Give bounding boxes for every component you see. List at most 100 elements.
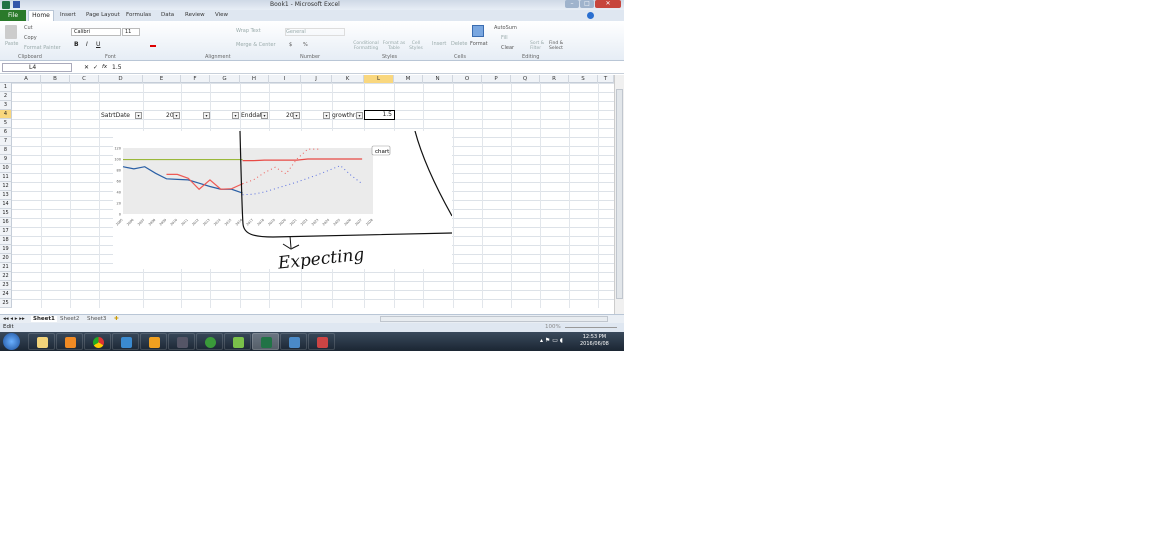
start-button[interactable] (3, 333, 20, 350)
delete-cells-button[interactable]: Delete (451, 41, 467, 47)
row-header-11[interactable]: 11 (0, 173, 12, 182)
taskbar-lync[interactable] (112, 333, 139, 350)
format-painter-button[interactable]: Format Painter (24, 45, 61, 51)
formula-input[interactable]: 1.5 (112, 64, 122, 71)
fill-button[interactable]: Fill (501, 35, 508, 41)
underline-button[interactable]: U (96, 41, 100, 48)
row-header-19[interactable]: 19 (0, 245, 12, 254)
copy-button[interactable]: Copy (24, 35, 37, 41)
insert-function-button[interactable]: fx (102, 64, 107, 70)
filter-dropdown-k4[interactable]: ▾ (356, 112, 363, 119)
row-header-25[interactable]: 25 (0, 299, 12, 308)
filter-dropdown-d4[interactable]: ▾ (135, 112, 142, 119)
vertical-scrollbar[interactable] (614, 75, 624, 315)
taskbar-explorer[interactable] (28, 333, 55, 350)
horizontal-scrollbar[interactable] (380, 316, 608, 322)
column-header-H[interactable]: H (240, 75, 269, 83)
format-as-table-button[interactable]: Format as Table (382, 41, 406, 51)
column-header-B[interactable]: B (41, 75, 70, 83)
row-header-20[interactable]: 20 (0, 254, 12, 263)
cancel-icon[interactable]: ✕ (84, 64, 89, 71)
scroll-thumb[interactable] (616, 89, 623, 299)
column-header-D[interactable]: D (99, 75, 143, 83)
column-header-M[interactable]: M (394, 75, 423, 83)
cut-button[interactable]: Cut (24, 25, 33, 31)
taskbar-photos[interactable] (280, 333, 307, 350)
tab-data[interactable]: Data (161, 12, 174, 18)
tab-view[interactable]: View (215, 12, 228, 18)
tab-review[interactable]: Review (185, 12, 205, 18)
row-header-3[interactable]: 3 (0, 101, 12, 110)
row-header-5[interactable]: 5 (0, 119, 12, 128)
zoom-slider[interactable] (565, 327, 617, 328)
filter-dropdown-g4[interactable]: ▾ (232, 112, 239, 119)
clear-button[interactable]: Clear (501, 45, 514, 51)
tab-home[interactable]: Home (28, 10, 54, 21)
conditional-formatting-button[interactable]: Conditional Formatting (351, 41, 381, 51)
row-header-23[interactable]: 23 (0, 281, 12, 290)
font-size-select[interactable]: 11 (122, 28, 140, 36)
column-header-P[interactable]: P (482, 75, 511, 83)
taskbar-excel[interactable] (252, 333, 279, 350)
clock[interactable]: 12:53 PM 2016/06/08 (580, 334, 609, 348)
column-header-T[interactable]: T (598, 75, 614, 83)
tab-page-layout[interactable]: Page Layout (86, 12, 120, 18)
taskbar-outlook[interactable] (140, 333, 167, 350)
row-header-1[interactable]: 1 (0, 83, 12, 92)
paste-button[interactable]: Paste (5, 41, 19, 47)
merge-center-button[interactable]: Merge & Center (236, 42, 276, 48)
cell-L4-active[interactable]: 1.5 (364, 110, 395, 120)
row-header-16[interactable]: 16 (0, 218, 12, 227)
insert-sheet-icon[interactable]: ✚ (114, 316, 119, 322)
percent-button[interactable]: % (303, 42, 308, 48)
sheet-tab-2[interactable]: Sheet2 (60, 316, 79, 322)
font-name-select[interactable]: Calibri (71, 28, 121, 36)
maximize-button[interactable]: □ (580, 0, 594, 8)
row-header-22[interactable]: 22 (0, 272, 12, 281)
filter-dropdown-e4[interactable]: ▾ (173, 112, 180, 119)
column-header-O[interactable]: O (453, 75, 482, 83)
row-header-17[interactable]: 17 (0, 227, 12, 236)
wrap-text-button[interactable]: Wrap Text (236, 28, 261, 34)
tab-insert[interactable]: Insert (60, 12, 76, 18)
currency-button[interactable]: $ (289, 42, 292, 48)
number-format-select[interactable]: General (285, 28, 345, 36)
save-icon[interactable] (13, 1, 20, 8)
column-header-K[interactable]: K (332, 75, 364, 83)
italic-button[interactable]: I (86, 41, 88, 48)
find-select-button[interactable]: Find & Select (549, 41, 569, 51)
taskbar-snipping[interactable] (308, 333, 335, 350)
column-header-F[interactable]: F (181, 75, 210, 83)
sort-filter-button[interactable]: Sort & Filter (530, 41, 546, 51)
row-header-18[interactable]: 18 (0, 236, 12, 245)
column-header-A[interactable]: A (12, 75, 41, 83)
tray-icons[interactable]: ▴ ⚑ ▭ ◖ (540, 337, 563, 344)
column-header-Q[interactable]: Q (511, 75, 540, 83)
close-button[interactable]: ✕ (595, 0, 621, 8)
sheet-tab-1[interactable]: Sheet1 (31, 316, 57, 322)
column-header-N[interactable]: N (423, 75, 453, 83)
cell-styles-button[interactable]: Cell Styles (406, 41, 426, 51)
column-header-G[interactable]: G (210, 75, 240, 83)
column-header-E[interactable]: E (143, 75, 181, 83)
format-cells-button[interactable]: Format (470, 41, 488, 47)
sheet-tab-3[interactable]: Sheet3 (87, 316, 106, 322)
row-header-8[interactable]: 8 (0, 146, 12, 155)
cell-H4[interactable]: Enddat (241, 111, 262, 120)
cell-K4[interactable]: growthra (332, 111, 359, 120)
tab-file[interactable]: File (0, 10, 26, 21)
column-header-C[interactable]: C (70, 75, 99, 83)
row-header-7[interactable]: 7 (0, 137, 12, 146)
taskbar-notepad[interactable] (224, 333, 251, 350)
font-color-icon[interactable] (150, 40, 156, 47)
sheet-nav-icon[interactable]: ◂◂ ◂ ▸ ▸▸ (3, 316, 25, 322)
row-header-10[interactable]: 10 (0, 164, 12, 173)
filter-dropdown-i4[interactable]: ▾ (293, 112, 300, 119)
taskbar-qlik[interactable] (196, 333, 223, 350)
row-header-2[interactable]: 2 (0, 92, 12, 101)
column-header-S[interactable]: S (569, 75, 598, 83)
tab-formulas[interactable]: Formulas (126, 12, 151, 18)
taskbar-tools[interactable] (168, 333, 195, 350)
column-header-L[interactable]: L (364, 75, 394, 83)
row-header-6[interactable]: 6 (0, 128, 12, 137)
